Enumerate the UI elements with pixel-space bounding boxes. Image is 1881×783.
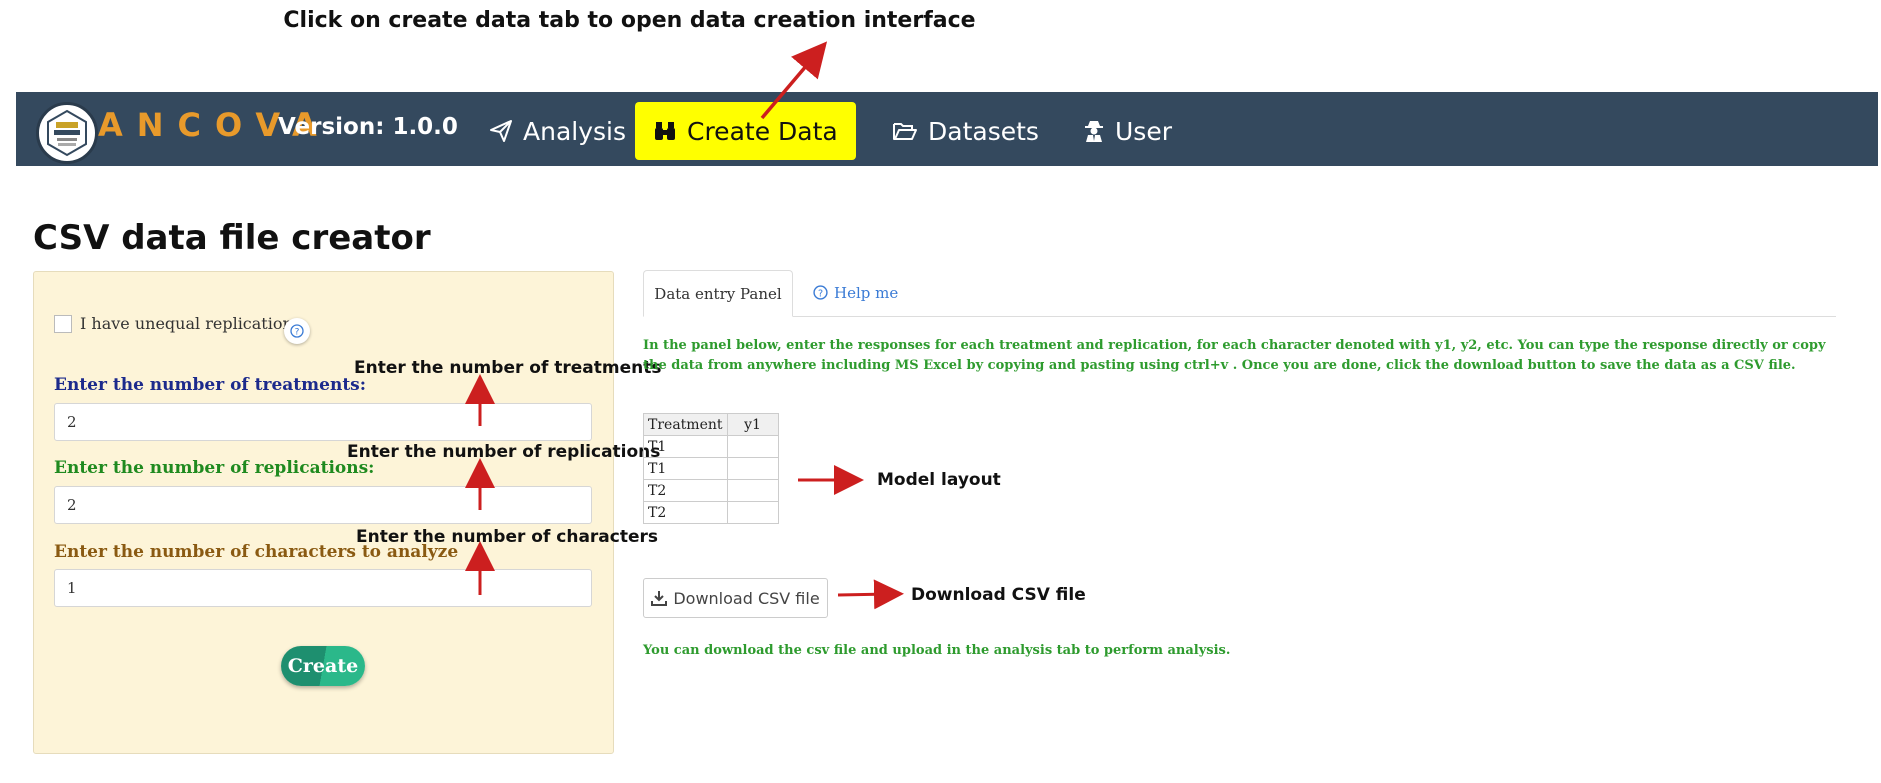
table-header: Treatment <box>643 413 728 436</box>
sidebar-panel: I have unequal replications ? Enter the … <box>33 271 614 754</box>
replications-input[interactable]: 2 <box>54 486 592 524</box>
table-row: T2 <box>643 501 779 524</box>
table-header: y1 <box>726 413 779 436</box>
footer-note: You can download the csv file and upload… <box>643 643 1231 658</box>
download-icon <box>651 591 668 606</box>
user-secret-icon <box>1085 121 1103 142</box>
table-cell[interactable]: T2 <box>643 479 728 502</box>
paper-plane-icon <box>490 120 512 142</box>
treatments-input[interactable]: 2 <box>54 403 592 441</box>
nav-item-label: Analysis <box>523 116 627 146</box>
page-title: CSV data file creator <box>33 218 431 258</box>
svg-text:?: ? <box>818 288 823 299</box>
nav-item-label: Datasets <box>928 116 1039 146</box>
svg-text:?: ? <box>295 328 300 338</box>
annotation-top: Click on create data tab to open data cr… <box>283 8 976 33</box>
annotation-download: Download CSV file <box>911 585 1086 605</box>
annotation-treatments: Enter the number of treatments <box>354 358 662 378</box>
table-cell[interactable] <box>726 457 779 480</box>
table-header-row: Treatment y1 <box>643 413 779 436</box>
question-circle-icon[interactable]: ? <box>284 318 310 344</box>
nav-item-datasets[interactable]: Datasets <box>877 102 1054 160</box>
table-row: T1 <box>643 435 779 458</box>
tab-label: Help me <box>834 283 899 302</box>
characters-input[interactable]: 1 <box>54 569 592 607</box>
download-button-label: Download CSV file <box>673 588 820 608</box>
annotation-model-layout: Model layout <box>877 470 1001 490</box>
table-cell[interactable]: T1 <box>643 457 728 480</box>
table-row: T1 <box>643 457 779 480</box>
navbar: ANCOVA Version: 1.0.0 Analysis Create Da… <box>16 92 1878 166</box>
binoculars-icon <box>655 122 675 140</box>
unequal-replications-checkbox-row[interactable]: I have unequal replications <box>54 314 301 333</box>
table-cell[interactable] <box>726 435 779 458</box>
nav-item-analysis[interactable]: Analysis <box>474 102 641 160</box>
annotation-characters: Enter the number of characters <box>356 527 659 547</box>
nav-item-label: User <box>1115 116 1172 146</box>
instructions-text: In the panel below, enter the responses … <box>643 338 1826 373</box>
download-csv-button[interactable]: Download CSV file <box>643 578 828 618</box>
version-label: Version: 1.0.0 <box>278 114 458 140</box>
annotation-replications: Enter the number of replications <box>347 442 661 462</box>
model-layout-table: Treatment y1 T1 T1 T2 T2 <box>643 413 779 524</box>
table-cell[interactable]: T2 <box>643 501 728 524</box>
table-cell[interactable] <box>726 501 779 524</box>
nav-item-create-data[interactable]: Create Data <box>635 102 856 160</box>
table-cell[interactable]: T1 <box>643 435 728 458</box>
question-circle-icon: ? <box>813 285 828 300</box>
nav-item-label: Create Data <box>687 116 838 146</box>
checkbox-label: I have unequal replications <box>80 314 301 333</box>
tab-help-me[interactable]: ? Help me <box>813 270 898 315</box>
replications-label: Enter the number of replications: <box>54 458 375 478</box>
table-row: T2 <box>643 479 779 502</box>
main-tabs: Data entry Panel ? Help me <box>643 270 1836 317</box>
arrow-download <box>837 579 904 610</box>
logo-icon <box>36 102 98 164</box>
unequal-replications-checkbox[interactable] <box>54 314 72 333</box>
tab-label: Data entry Panel <box>654 284 782 303</box>
nav-item-user[interactable]: User <box>1068 102 1187 160</box>
tab-data-entry-panel[interactable]: Data entry Panel <box>643 270 793 317</box>
table-cell[interactable] <box>726 479 779 502</box>
create-button[interactable]: Create <box>281 646 365 686</box>
folder-open-icon <box>893 123 917 140</box>
treatments-label: Enter the number of treatments: <box>54 375 367 395</box>
